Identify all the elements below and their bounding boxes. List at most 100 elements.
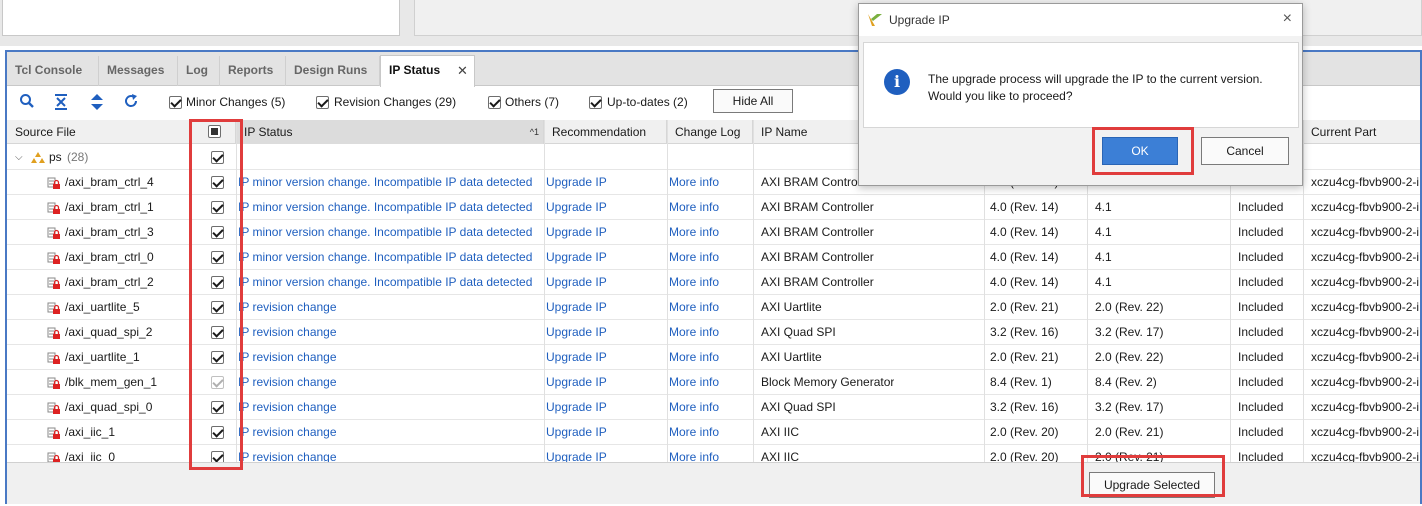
col-divider (1303, 120, 1304, 462)
hide-all-button[interactable]: Hide All (713, 89, 793, 113)
info-icon: i (884, 69, 910, 95)
ip-status-link[interactable]: IP revision change (238, 420, 542, 445)
ip-name: AXI Uartlite (761, 350, 822, 364)
ip-status-link[interactable]: IP revision change (238, 395, 542, 420)
more-info-link[interactable]: More info (669, 170, 719, 195)
more-info-link[interactable]: More info (669, 420, 719, 445)
upgrade-ip-link[interactable]: Upgrade IP (546, 220, 607, 245)
col-recommendation[interactable]: Recommendation (544, 120, 667, 144)
ip-name: AXI Quad SPI (761, 325, 836, 339)
lock-icon (47, 351, 61, 365)
search-icon[interactable] (17, 93, 37, 113)
ip-name: AXI BRAM Controller (761, 225, 874, 239)
current-part: xczu4cg-fbvb900-2-i (1311, 400, 1420, 414)
license-status: Included (1238, 300, 1284, 314)
more-info-link[interactable]: More info (669, 320, 719, 345)
license-status: Included (1238, 350, 1284, 364)
expand-all-icon[interactable] (87, 93, 107, 113)
ip-name: AXI BRAM Controller (761, 250, 874, 264)
more-info-link[interactable]: More info (669, 245, 719, 270)
upgrade-ip-link[interactable]: Upgrade IP (546, 170, 607, 195)
source-file: /axi_bram_ctrl_3 (65, 225, 154, 239)
upgrade-selected-highlight (1081, 455, 1225, 497)
dialog-message-line2: Would you like to proceed? (928, 89, 1073, 103)
col-current-part[interactable]: Current Part (1303, 120, 1422, 144)
ip-name: AXI Quad SPI (761, 400, 836, 414)
col-ip-status[interactable]: IP Status ^1 (236, 120, 544, 144)
others-checkbox[interactable] (488, 96, 501, 109)
ip-status-link[interactable]: IP revision change (238, 295, 542, 320)
tab-tcl-console[interactable]: Tcl Console (7, 56, 99, 86)
ip-status-link[interactable]: IP revision change (238, 370, 542, 395)
group-count: (28) (67, 150, 89, 164)
lock-icon (47, 326, 61, 340)
ip-name: AXI BRAM Controller (761, 275, 874, 289)
tab-design-runs[interactable]: Design Runs (286, 56, 380, 86)
upgrade-ip-link[interactable]: Upgrade IP (546, 295, 607, 320)
tab-reports[interactable]: Reports (220, 56, 286, 86)
col-source-file[interactable]: Source File (7, 120, 190, 144)
ip-status-link[interactable]: IP revision change (238, 345, 542, 370)
upgrade-ip-link[interactable]: Upgrade IP (546, 195, 607, 220)
source-file: /axi_bram_ctrl_1 (65, 200, 154, 214)
upgrade-ip-link[interactable]: Upgrade IP (546, 270, 607, 295)
minor-changes-checkbox[interactable] (169, 96, 182, 109)
more-info-link[interactable]: More info (669, 370, 719, 395)
ip-status-link[interactable]: IP minor version change. Incompatible IP… (238, 195, 542, 220)
lock-icon (47, 401, 61, 415)
ip-status-link[interactable]: IP minor version change. Incompatible IP… (238, 270, 542, 295)
current-part: xczu4cg-fbvb900-2-i (1311, 300, 1420, 314)
lock-icon (47, 226, 61, 240)
tab-close-icon[interactable]: ✕ (457, 63, 468, 79)
current-part: xczu4cg-fbvb900-2-i (1311, 375, 1420, 389)
up-to-dates-label: Up-to-dates (2) (607, 95, 688, 109)
ip-status-link[interactable]: IP minor version change. Incompatible IP… (238, 170, 542, 195)
minor-changes-label: Minor Changes (5) (186, 95, 286, 109)
current-part: xczu4cg-fbvb900-2-i (1311, 325, 1420, 339)
ip-status-link[interactable]: IP revision change (238, 320, 542, 345)
lock-icon (47, 251, 61, 265)
revision-changes-checkbox[interactable] (316, 96, 329, 109)
cancel-button[interactable]: Cancel (1201, 137, 1289, 165)
more-info-link[interactable]: More info (669, 220, 719, 245)
current-part: xczu4cg-fbvb900-2-i (1311, 250, 1420, 264)
up-to-dates-checkbox[interactable] (589, 96, 602, 109)
current-part: xczu4cg-fbvb900-2-i (1311, 175, 1420, 189)
lock-icon (47, 426, 61, 440)
recommended-version: 2.0 (Rev. 21) (1095, 425, 1164, 439)
expand-chevron-icon[interactable]: ⌵ (15, 145, 23, 170)
ip-status-link[interactable]: IP minor version change. Incompatible IP… (238, 245, 542, 270)
revision-changes-label: Revision Changes (29) (334, 95, 457, 109)
upgrade-ip-link[interactable]: Upgrade IP (546, 345, 607, 370)
more-info-link[interactable]: More info (669, 345, 719, 370)
ip-status-link[interactable]: IP minor version change. Incompatible IP… (238, 220, 542, 245)
more-info-link[interactable]: More info (669, 395, 719, 420)
recommended-version: 8.4 (Rev. 2) (1095, 375, 1157, 389)
tab-messages[interactable]: Messages (99, 56, 178, 86)
upgrade-ip-link[interactable]: Upgrade IP (546, 420, 607, 445)
col-change-log[interactable]: Change Log (667, 120, 753, 144)
lock-icon (47, 276, 61, 290)
source-file: /axi_quad_spi_2 (65, 325, 153, 339)
collapse-all-icon[interactable] (51, 93, 71, 113)
dialog-message-line1: The upgrade process will upgrade the IP … (928, 72, 1263, 86)
upgrade-ip-link[interactable]: Upgrade IP (546, 370, 607, 395)
refresh-icon[interactable] (121, 93, 141, 113)
more-info-link[interactable]: More info (669, 195, 719, 220)
upgrade-ip-link[interactable]: Upgrade IP (546, 245, 607, 270)
more-info-link[interactable]: More info (669, 295, 719, 320)
current-part: xczu4cg-fbvb900-2-i (1311, 275, 1420, 289)
upgrade-ip-link[interactable]: Upgrade IP (546, 320, 607, 345)
more-info-link[interactable]: More info (669, 270, 719, 295)
ip-name: AXI Uartlite (761, 300, 822, 314)
source-file: /axi_uartlite_5 (65, 300, 140, 314)
lock-icon (47, 376, 61, 390)
upgrade-ip-link[interactable]: Upgrade IP (546, 395, 607, 420)
close-icon[interactable]: × (1283, 10, 1292, 28)
sort-indicator: ^1 (529, 127, 539, 137)
license-status: Included (1238, 425, 1284, 439)
source-file: /axi_bram_ctrl_4 (65, 175, 154, 189)
tab-log[interactable]: Log (178, 56, 220, 86)
recommended-version: 4.1 (1095, 250, 1112, 264)
lock-icon (47, 201, 61, 215)
